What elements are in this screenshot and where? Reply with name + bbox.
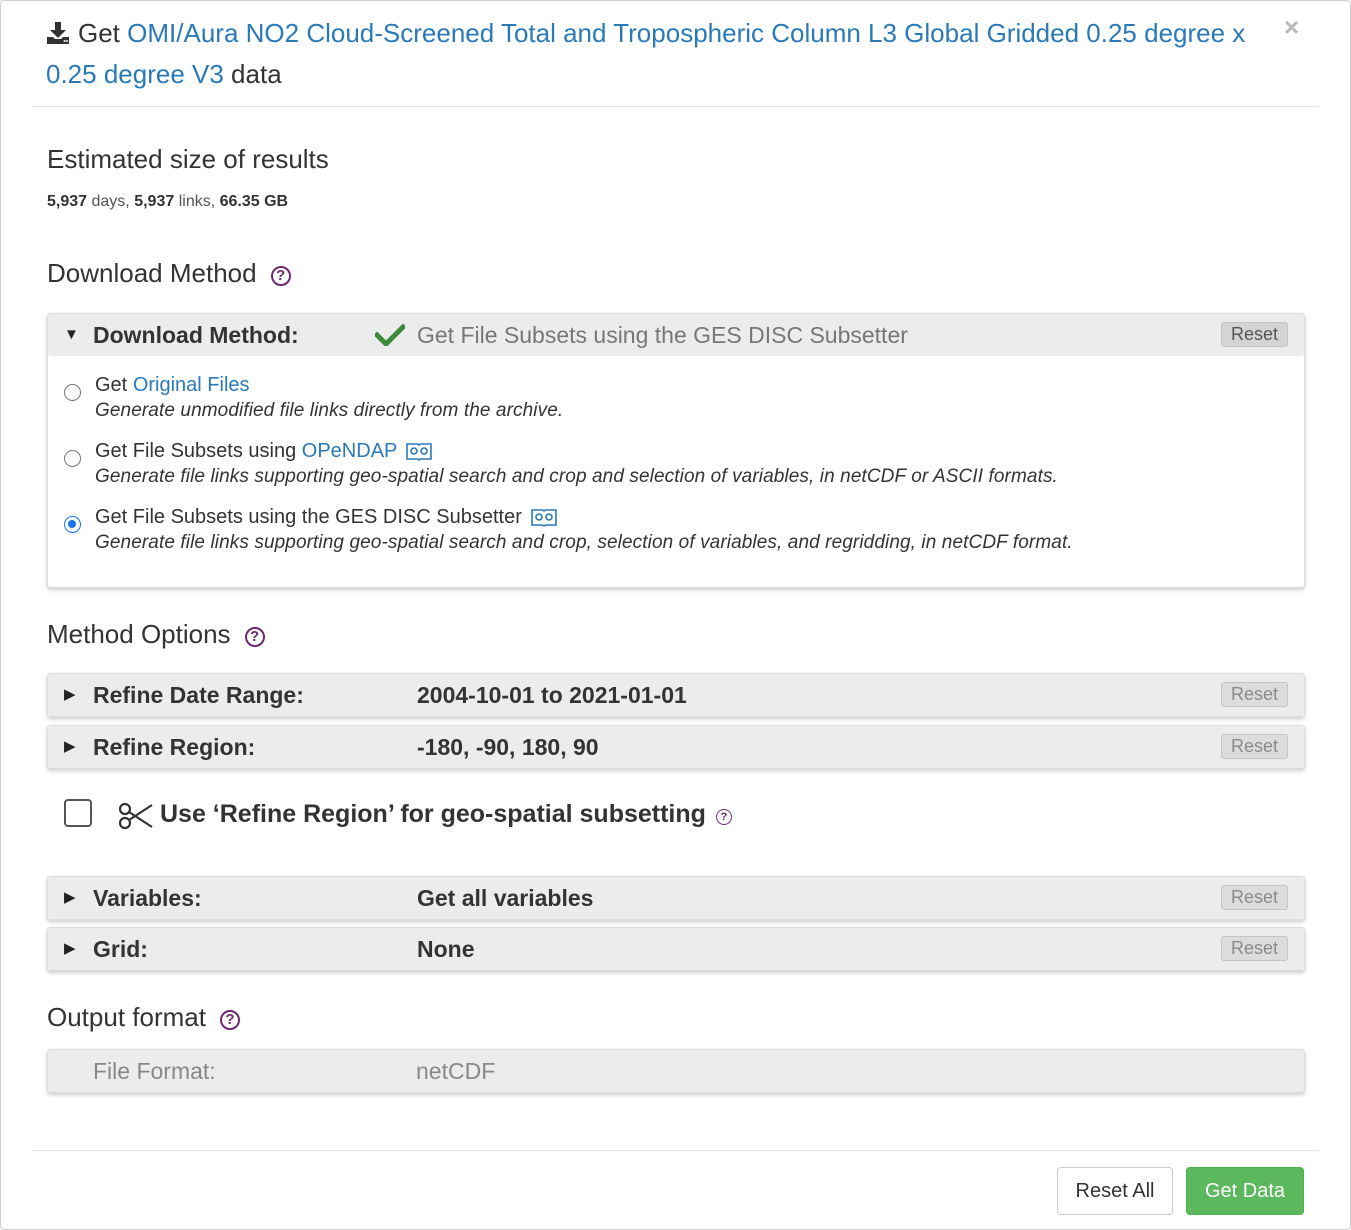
caret-down-icon: ▼ — [64, 326, 79, 343]
checkmark-icon — [373, 323, 407, 351]
scissors-icon — [118, 801, 154, 836]
grid-panel[interactable]: ▶ Grid: None Reset — [47, 927, 1305, 971]
option-opendap[interactable]: Get File Subsets using OPeNDAP Generate … — [64, 440, 1264, 490]
caret-right-icon: ▶ — [64, 738, 76, 755]
panel-label: Refine Region: — [93, 734, 256, 760]
option-description: Generate unmodified file links directly … — [95, 400, 564, 421]
option-label: Get File Subsets using the GES DISC Subs… — [95, 506, 558, 533]
links-count: 5,937 — [134, 193, 175, 210]
panel-label: Grid: — [93, 936, 148, 962]
book-icon[interactable] — [405, 441, 433, 467]
size-value: 66.35 GB — [219, 193, 289, 210]
option-label: Get File Subsets using OPeNDAP — [95, 440, 433, 467]
original-files-link[interactable]: Original Files — [133, 374, 250, 396]
download-method-heading-text: Download Method — [47, 258, 257, 288]
reset-button[interactable]: Reset — [1220, 682, 1288, 707]
use-refine-region-text: Use ‘Refine Region’ for geo-spatial subs… — [160, 800, 706, 828]
reset-all-button[interactable]: Reset All — [1057, 1167, 1173, 1215]
reset-button[interactable]: Reset — [1220, 936, 1288, 961]
use-refine-region-checkbox[interactable] — [64, 799, 92, 827]
output-format-heading: Output format? — [47, 1002, 240, 1033]
option-description: Generate file links supporting geo-spati… — [95, 466, 1058, 487]
option-description: Generate file links supporting geo-spati… — [95, 532, 1073, 553]
option-prefix: Get File Subsets using the GES DISC Subs… — [95, 506, 522, 528]
option-original-files[interactable]: Get Original Files Generate unmodified f… — [64, 374, 1264, 424]
panel-label: Variables: — [93, 885, 202, 911]
book-icon[interactable] — [530, 507, 558, 533]
help-icon[interactable]: ? — [270, 265, 291, 286]
caret-right-icon: ▶ — [64, 940, 76, 957]
variables-panel[interactable]: ▶ Variables: Get all variables Reset — [47, 876, 1305, 920]
help-icon[interactable]: ? — [715, 809, 732, 825]
date-range-value: 2004-10-01 to 2021-01-01 — [417, 682, 687, 708]
radio-original-files[interactable] — [64, 384, 81, 401]
dialog-title: Get OMI/Aura NO2 Cloud-Screened Total an… — [46, 14, 1276, 93]
method-options-heading: Method Options? — [47, 619, 265, 650]
output-format-heading-text: Output format — [47, 1002, 206, 1032]
radio-ges-disc-subsetter[interactable] — [64, 516, 81, 533]
variables-value: Get all variables — [417, 885, 594, 911]
opendap-link[interactable]: OPeNDAP — [302, 440, 398, 462]
links-label: links, — [178, 193, 216, 210]
download-method-heading: Download Method? — [47, 258, 291, 289]
download-method-panel-header[interactable]: ▼ Download Method: Get File Subsets usin… — [48, 314, 1304, 356]
option-ges-disc-subsetter[interactable]: Get File Subsets using the GES DISC Subs… — [64, 506, 1264, 556]
panel-label: Download Method: — [93, 322, 299, 348]
option-prefix: Get — [95, 374, 128, 396]
header-divider — [32, 106, 1319, 107]
help-icon[interactable]: ? — [219, 1009, 240, 1030]
refine-date-range-panel[interactable]: ▶ Refine Date Range: 2004-10-01 to 2021-… — [47, 673, 1305, 717]
title-suffix: data — [231, 59, 282, 89]
method-options-heading-text: Method Options — [47, 619, 231, 649]
days-count: 5,937 — [47, 193, 88, 210]
option-prefix: Get File Subsets using — [95, 440, 297, 462]
radio-opendap[interactable] — [64, 450, 81, 467]
close-icon[interactable]: × — [1284, 12, 1299, 43]
footer-divider — [32, 1150, 1319, 1151]
help-icon[interactable]: ? — [244, 626, 265, 647]
caret-right-icon: ▶ — [64, 686, 76, 703]
download-icon — [46, 17, 70, 55]
reset-button[interactable]: Reset — [1220, 734, 1288, 759]
download-dialog — [0, 0, 1351, 1230]
download-method-panel: ▼ Download Method: Get File Subsets usin… — [47, 313, 1305, 588]
reset-button[interactable]: Reset — [1220, 322, 1288, 347]
get-data-button[interactable]: Get Data — [1186, 1167, 1304, 1215]
days-label: days, — [91, 193, 130, 210]
reset-button[interactable]: Reset — [1220, 885, 1288, 910]
panel-label: Refine Date Range: — [93, 682, 304, 708]
file-format-value: netCDF — [416, 1058, 496, 1084]
estimate-heading: Estimated size of results — [47, 144, 329, 174]
title-prefix: Get — [78, 18, 120, 48]
use-refine-region-label: Use ‘Refine Region’ for geo-spatial subs… — [160, 799, 732, 829]
file-format-panel: File Format: netCDF — [47, 1049, 1305, 1093]
caret-right-icon: ▶ — [64, 889, 76, 906]
file-format-label: File Format: — [93, 1058, 216, 1084]
estimate-summary: 5,937 days, 5,937 links, 66.35 GB — [47, 193, 288, 211]
region-value: -180, -90, 180, 90 — [417, 734, 599, 760]
use-refine-region-row: Use ‘Refine Region’ for geo-spatial subs… — [64, 799, 824, 831]
option-label: Get Original Files — [95, 374, 250, 397]
grid-value: None — [417, 936, 475, 962]
selected-method-value: Get File Subsets using the GES DISC Subs… — [417, 322, 908, 348]
dataset-link[interactable]: OMI/Aura NO2 Cloud-Screened Total and Tr… — [46, 18, 1245, 89]
refine-region-panel[interactable]: ▶ Refine Region: -180, -90, 180, 90 Rese… — [47, 725, 1305, 769]
